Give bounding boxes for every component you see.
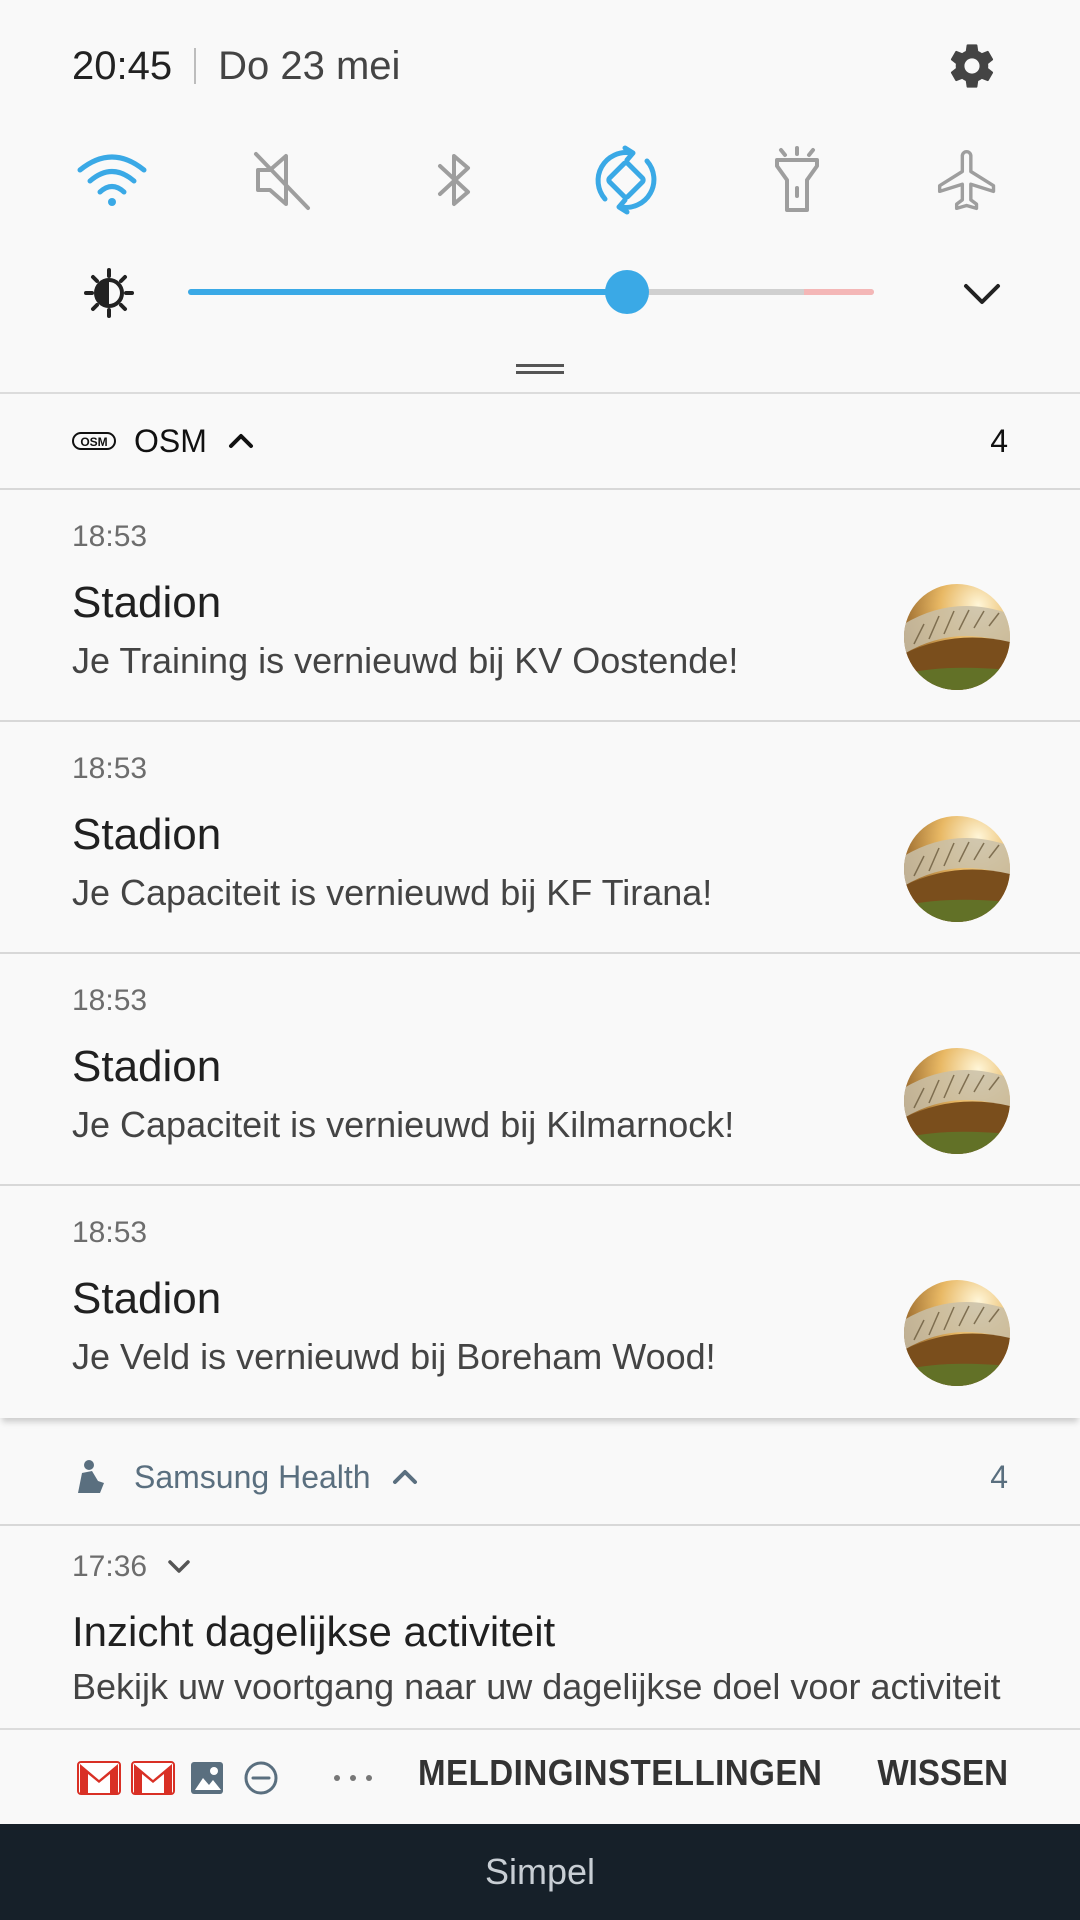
chevron-down-icon[interactable] xyxy=(164,1552,194,1582)
flashlight-icon xyxy=(774,146,819,212)
notification-title: Stadion xyxy=(72,1042,222,1091)
notification-time: 18:53 xyxy=(72,520,148,553)
slider-fill xyxy=(188,289,628,295)
gmail-icon xyxy=(76,1755,122,1801)
app-name: Samsung Health xyxy=(134,1458,371,1495)
notification-time: 18:53 xyxy=(72,1216,148,1249)
settings-button[interactable] xyxy=(942,36,1002,96)
handle-line xyxy=(516,364,564,367)
bluetooth-icon xyxy=(438,154,471,206)
mute-icon xyxy=(254,152,311,210)
notification-list: OSM OSM 4 18:53 Stadion Je Training is v… xyxy=(0,392,1080,1728)
airplane-mode-toggle[interactable] xyxy=(928,140,1008,220)
airplane-mode-icon xyxy=(937,149,996,211)
notification-title: Stadion xyxy=(72,810,222,859)
notification-title: Inzicht dagelijkse activiteit xyxy=(72,1608,556,1655)
notification-group-samsung-health: Samsung Health 4 17:36 Inzicht dagelijks… xyxy=(0,1430,1080,1726)
osm-icon-text: OSM xyxy=(80,435,107,449)
clock[interactable]: 20:45 xyxy=(72,44,172,89)
quick-toggles xyxy=(72,140,1008,220)
more-dots-icon xyxy=(330,1760,376,1796)
notification-item[interactable]: 18:53 Stadion Je Capaciteit is vernieuwd… xyxy=(0,722,1080,954)
notification-group-osm: OSM OSM 4 18:53 Stadion Je Training is v… xyxy=(0,394,1080,1418)
notification-time: 18:53 xyxy=(72,984,148,1017)
notification-item[interactable]: 18:53 Stadion Je Capaciteit is vernieuwd… xyxy=(0,954,1080,1186)
notification-action-bar: MELDINGINSTELLINGEN WISSEN xyxy=(0,1728,1080,1824)
wifi-toggle[interactable] xyxy=(72,140,152,220)
samsung-health-icon xyxy=(72,1460,116,1493)
carrier-bar: Simpel xyxy=(0,1824,1080,1920)
stadium-thumbnail xyxy=(904,1280,1010,1386)
bluetooth-toggle[interactable] xyxy=(414,140,494,220)
auto-rotate-toggle[interactable] xyxy=(586,140,666,220)
status-line: 20:45 Do 23 mei xyxy=(72,36,400,96)
hidden-notification-icons[interactable] xyxy=(76,1754,292,1802)
notification-count: 4 xyxy=(990,422,1008,459)
clear-all-button[interactable]: WISSEN xyxy=(877,1752,1008,1794)
chevron-down-icon xyxy=(964,284,1000,304)
brightness-icon xyxy=(84,268,134,318)
divider xyxy=(194,48,197,84)
notification-text: Je Training is vernieuwd bij KV Oostende… xyxy=(72,640,739,681)
notification-item[interactable]: 17:36 Inzicht dagelijkse activiteit Beki… xyxy=(0,1526,1080,1726)
stadium-thumbnail xyxy=(904,584,1010,690)
handle-line xyxy=(516,371,564,374)
notification-text: Je Capaciteit is vernieuwd bij KF Tirana… xyxy=(72,872,713,913)
osm-app-icon: OSM xyxy=(72,426,116,456)
notification-title: Stadion xyxy=(72,1274,222,1323)
notification-text: Je Veld is vernieuwd bij Boreham Wood! xyxy=(72,1336,716,1377)
chevron-up-icon[interactable] xyxy=(391,1462,421,1492)
notification-time: 18:53 xyxy=(72,752,148,785)
slider-thumb[interactable] xyxy=(605,270,650,314)
sound-toggle[interactable] xyxy=(243,140,323,220)
date[interactable]: Do 23 mei xyxy=(218,44,400,89)
do-not-disturb-icon xyxy=(238,1755,284,1801)
notification-count: 4 xyxy=(990,1458,1008,1495)
app-name: OSM xyxy=(134,422,207,459)
image-icon xyxy=(184,1755,230,1801)
group-header[interactable]: Samsung Health 4 xyxy=(0,1430,1080,1526)
brightness-row xyxy=(0,258,1080,326)
notification-shade: 20:45 Do 23 mei OSM OSM 4 18:53 Stadion … xyxy=(0,0,1080,1920)
notification-settings-button[interactable]: MELDINGINSTELLINGEN xyxy=(418,1752,822,1794)
carrier-label: Simpel xyxy=(484,1851,596,1892)
wifi-icon xyxy=(77,154,147,206)
brightness-slider[interactable] xyxy=(188,270,874,314)
gmail-icon xyxy=(130,1755,176,1801)
stadium-thumbnail xyxy=(904,1048,1010,1154)
slider-high-zone xyxy=(804,289,874,295)
notification-text: Je Capaciteit is vernieuwd bij Kilmarnoc… xyxy=(72,1104,735,1145)
group-header[interactable]: OSM OSM 4 xyxy=(0,394,1080,490)
notification-item[interactable]: 18:53 Stadion Je Veld is vernieuwd bij B… xyxy=(0,1186,1080,1418)
chevron-up-icon[interactable] xyxy=(227,426,257,456)
flashlight-toggle[interactable] xyxy=(757,140,837,220)
stadium-thumbnail xyxy=(904,816,1010,922)
gear-icon xyxy=(950,44,994,88)
quick-panel: 20:45 Do 23 mei xyxy=(0,0,1080,392)
auto-rotate-icon xyxy=(595,145,656,215)
notification-item[interactable]: 18:53 Stadion Je Training is vernieuwd b… xyxy=(0,490,1080,722)
notification-time: 17:36 xyxy=(72,1550,148,1583)
notification-text: Bekijk uw voortgang naar uw dagelijkse d… xyxy=(72,1666,1001,1707)
drag-handle[interactable] xyxy=(516,364,564,374)
expand-quick-panel-button[interactable] xyxy=(954,266,1010,322)
notification-title: Stadion xyxy=(72,578,222,627)
